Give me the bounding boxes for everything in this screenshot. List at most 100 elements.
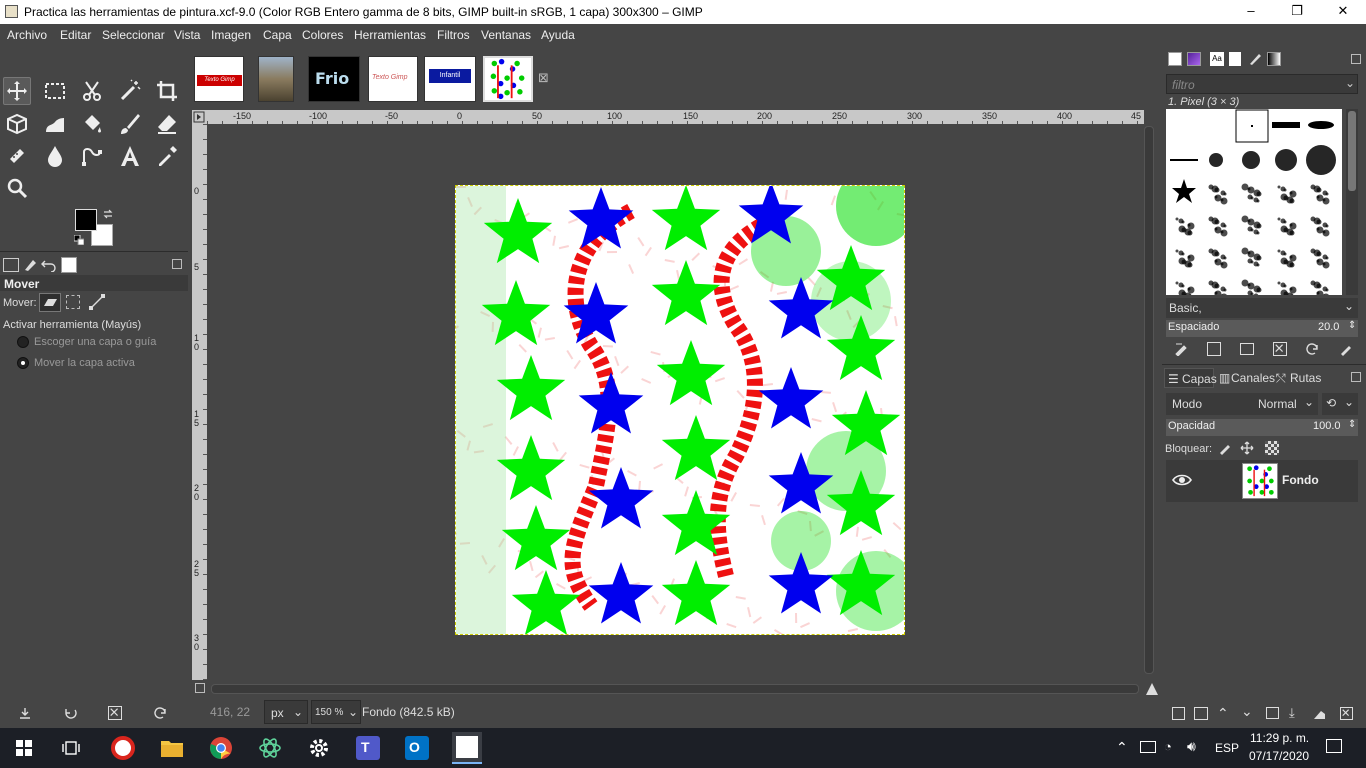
brush-texture[interactable] [1178,225,1186,233]
edit-brush-icon[interactable] [1174,342,1188,357]
menu-vista[interactable]: Vista [174,28,200,42]
delete-brush-icon[interactable] [1273,342,1287,356]
menu-herramientas[interactable]: Herramientas [354,28,426,42]
brush-texture[interactable] [1313,185,1321,193]
undo-history-tab-icon[interactable] [41,258,57,273]
brush-texture[interactable] [1178,282,1184,288]
raise-layer-icon[interactable]: ⌃ [1217,705,1229,722]
device-status-tab-icon[interactable] [23,258,39,272]
brush-texture[interactable] [1322,190,1328,196]
brush-texture[interactable] [1184,260,1192,268]
close-button[interactable]: ✕ [1320,0,1366,24]
brush-texture[interactable] [1286,228,1294,236]
brush-texture[interactable] [1211,217,1219,225]
brush-texture[interactable] [1247,290,1253,296]
brush-texture[interactable] [1253,197,1259,203]
bucket-fill-icon[interactable] [78,110,106,138]
brush-texture[interactable] [1220,198,1224,202]
quick-mask-toggle-icon[interactable] [195,683,205,693]
menu-colores[interactable]: Colores [302,28,343,42]
brush-texture[interactable] [1253,189,1261,197]
brush-pixel-dot[interactable] [1251,125,1253,127]
new-layer-group-icon[interactable] [1194,707,1208,720]
brush-texture[interactable] [1277,217,1281,221]
brush-texture[interactable] [1214,259,1218,263]
brush-texture[interactable] [1316,259,1320,263]
windows-start-icon[interactable] [16,740,32,756]
brush-texture[interactable] [1247,283,1251,287]
brush-texture[interactable] [1322,262,1326,266]
brush-texture[interactable] [1178,218,1184,224]
image-tab-2[interactable] [258,56,294,102]
brush-texture[interactable] [1247,251,1251,255]
brush-texture[interactable] [1277,185,1281,189]
brush-texture[interactable] [1211,185,1219,193]
brush-texture[interactable] [1175,217,1179,221]
duplicate-layer-icon[interactable] [1266,707,1279,719]
brush-texture[interactable] [1247,219,1251,223]
warp-transform-icon[interactable] [41,110,69,138]
brush-texture[interactable] [1214,227,1218,231]
lower-layer-icon[interactable]: ⌄ [1241,703,1253,720]
brush-texture[interactable] [1280,186,1286,192]
open-brush-as-image-icon[interactable] [1339,342,1353,356]
brush-ellipse[interactable] [1308,121,1334,129]
patterns-tab-icon[interactable] [1187,52,1201,66]
brush-texture[interactable] [1280,289,1288,296]
move-path-mode-button[interactable] [88,293,106,311]
image-canvas[interactable] [455,185,905,635]
brush-scrollbar[interactable] [1346,109,1358,295]
tab-capas[interactable]: ☰ Capas [1164,368,1217,388]
vertical-ruler[interactable]: 0 5 1 0 1 5 2 0 2 5 3 0 [192,124,207,680]
panel-menu-icon[interactable] [1351,54,1361,64]
brush-filter-box[interactable]: filtro ⌄ [1166,74,1358,94]
brush-texture[interactable] [1241,279,1249,287]
move-layer-mode-button[interactable] [39,293,61,312]
brush-texture[interactable] [1313,249,1321,257]
brush-texture[interactable] [1220,190,1226,196]
menu-archivo[interactable]: Archivo [7,28,47,42]
rect-select-icon[interactable] [41,77,69,105]
brush-texture[interactable] [1322,198,1326,202]
brush-texture[interactable] [1214,291,1218,295]
eye-icon[interactable] [1172,470,1192,490]
brush-texture[interactable] [1187,223,1191,227]
chrome-icon[interactable] [209,736,233,760]
brush-texture[interactable] [1289,191,1293,195]
default-colors-icon[interactable] [73,234,85,246]
maximize-button[interactable]: ❐ [1274,0,1320,24]
brush-texture[interactable] [1187,255,1191,259]
swap-colors-icon[interactable] [102,208,114,220]
brush-texture[interactable] [1220,254,1226,260]
brush-texture[interactable] [1247,258,1253,264]
brush-texture[interactable] [1247,194,1253,200]
brush-texture[interactable] [1253,253,1261,261]
menu-editar[interactable]: Editar [60,28,91,42]
brush-texture[interactable] [1211,281,1219,289]
brush-texture[interactable] [1322,222,1328,228]
horizontal-ruler[interactable]: -150 -100 -50 0 50 100 150 200 250 300 3… [207,110,1144,124]
refresh-brushes-icon[interactable] [1306,342,1320,356]
paint-dynamics-tab-icon[interactable] [1248,52,1262,66]
tab-rutas[interactable]: ⤲ Rutas [1274,368,1324,388]
brush-texture[interactable] [1322,254,1328,260]
image-tab-6-active[interactable] [483,56,533,102]
menu-capa[interactable]: Capa [263,28,292,42]
brush-texture[interactable] [1322,286,1328,292]
spacing-slider[interactable]: Espaciado 20.0 ⇕ [1166,320,1358,337]
brush-texture[interactable] [1253,293,1259,296]
heal-tool-icon[interactable] [3,142,31,170]
brush-texture[interactable] [1220,222,1226,228]
show-hidden-icons-icon[interactable]: ⌃ [1116,739,1128,756]
image-tab-1[interactable]: Texto Gimp [194,56,244,102]
zoom-select[interactable]: 150 % ⌄ [311,700,361,724]
opacity-slider[interactable]: Opacidad 100.0 ⇕ [1166,419,1358,436]
network-icon[interactable]: ◔ [1164,739,1172,754]
restore-tool-preset-icon[interactable] [63,706,77,720]
eraser-icon[interactable] [153,110,181,138]
scissors-select-icon[interactable] [78,77,106,105]
brush-texture[interactable] [1178,289,1186,296]
outlook-icon[interactable]: O [405,736,429,760]
brush-texture[interactable] [1253,221,1261,229]
duplicate-brush-icon[interactable] [1240,343,1254,355]
